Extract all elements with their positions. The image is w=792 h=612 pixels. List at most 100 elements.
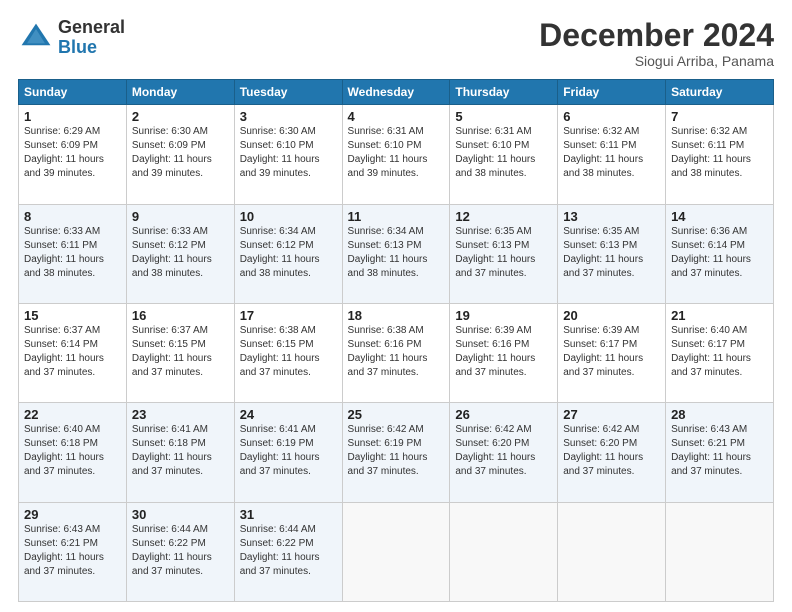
day-number: 25 bbox=[348, 407, 445, 422]
table-cell: 20 Sunrise: 6:39 AM Sunset: 6:17 PM Dayl… bbox=[558, 303, 666, 402]
day-info: Sunrise: 6:43 AM Sunset: 6:21 PM Dayligh… bbox=[24, 523, 121, 579]
day-number: 15 bbox=[24, 308, 121, 323]
day-number: 24 bbox=[240, 407, 337, 422]
header: General Blue December 2024 Siogui Arriba… bbox=[18, 18, 774, 69]
day-number: 9 bbox=[132, 209, 229, 224]
table-cell: 2 Sunrise: 6:30 AM Sunset: 6:09 PM Dayli… bbox=[126, 105, 234, 204]
col-sunday: Sunday bbox=[19, 80, 127, 105]
table-cell: 9 Sunrise: 6:33 AM Sunset: 6:12 PM Dayli… bbox=[126, 204, 234, 303]
table-cell bbox=[342, 502, 450, 601]
day-info: Sunrise: 6:42 AM Sunset: 6:19 PM Dayligh… bbox=[348, 423, 445, 479]
table-cell: 23 Sunrise: 6:41 AM Sunset: 6:18 PM Dayl… bbox=[126, 403, 234, 502]
day-number: 4 bbox=[348, 109, 445, 124]
table-cell: 19 Sunrise: 6:39 AM Sunset: 6:16 PM Dayl… bbox=[450, 303, 558, 402]
logo: General Blue bbox=[18, 18, 125, 58]
day-number: 11 bbox=[348, 209, 445, 224]
day-info: Sunrise: 6:37 AM Sunset: 6:14 PM Dayligh… bbox=[24, 324, 121, 380]
table-cell: 28 Sunrise: 6:43 AM Sunset: 6:21 PM Dayl… bbox=[666, 403, 774, 502]
day-info: Sunrise: 6:31 AM Sunset: 6:10 PM Dayligh… bbox=[348, 125, 445, 181]
day-info: Sunrise: 6:44 AM Sunset: 6:22 PM Dayligh… bbox=[240, 523, 337, 579]
table-cell: 16 Sunrise: 6:37 AM Sunset: 6:15 PM Dayl… bbox=[126, 303, 234, 402]
col-saturday: Saturday bbox=[666, 80, 774, 105]
col-wednesday: Wednesday bbox=[342, 80, 450, 105]
table-cell: 29 Sunrise: 6:43 AM Sunset: 6:21 PM Dayl… bbox=[19, 502, 127, 601]
day-number: 7 bbox=[671, 109, 768, 124]
location: Siogui Arriba, Panama bbox=[539, 53, 774, 69]
day-info: Sunrise: 6:35 AM Sunset: 6:13 PM Dayligh… bbox=[563, 225, 660, 281]
day-info: Sunrise: 6:41 AM Sunset: 6:18 PM Dayligh… bbox=[132, 423, 229, 479]
day-number: 12 bbox=[455, 209, 552, 224]
day-number: 17 bbox=[240, 308, 337, 323]
day-number: 3 bbox=[240, 109, 337, 124]
logo-icon bbox=[18, 20, 54, 56]
table-cell: 26 Sunrise: 6:42 AM Sunset: 6:20 PM Dayl… bbox=[450, 403, 558, 502]
month-title: December 2024 bbox=[539, 18, 774, 53]
logo-text: General Blue bbox=[58, 18, 125, 58]
page: General Blue December 2024 Siogui Arriba… bbox=[0, 0, 792, 612]
day-number: 21 bbox=[671, 308, 768, 323]
day-number: 8 bbox=[24, 209, 121, 224]
day-info: Sunrise: 6:41 AM Sunset: 6:19 PM Dayligh… bbox=[240, 423, 337, 479]
day-info: Sunrise: 6:29 AM Sunset: 6:09 PM Dayligh… bbox=[24, 125, 121, 181]
day-info: Sunrise: 6:35 AM Sunset: 6:13 PM Dayligh… bbox=[455, 225, 552, 281]
table-cell: 22 Sunrise: 6:40 AM Sunset: 6:18 PM Dayl… bbox=[19, 403, 127, 502]
day-number: 19 bbox=[455, 308, 552, 323]
col-friday: Friday bbox=[558, 80, 666, 105]
day-info: Sunrise: 6:42 AM Sunset: 6:20 PM Dayligh… bbox=[455, 423, 552, 479]
day-number: 22 bbox=[24, 407, 121, 422]
day-info: Sunrise: 6:40 AM Sunset: 6:18 PM Dayligh… bbox=[24, 423, 121, 479]
day-info: Sunrise: 6:34 AM Sunset: 6:13 PM Dayligh… bbox=[348, 225, 445, 281]
table-cell: 24 Sunrise: 6:41 AM Sunset: 6:19 PM Dayl… bbox=[234, 403, 342, 502]
day-info: Sunrise: 6:34 AM Sunset: 6:12 PM Dayligh… bbox=[240, 225, 337, 281]
day-info: Sunrise: 6:32 AM Sunset: 6:11 PM Dayligh… bbox=[671, 125, 768, 181]
table-cell: 31 Sunrise: 6:44 AM Sunset: 6:22 PM Dayl… bbox=[234, 502, 342, 601]
table-cell: 21 Sunrise: 6:40 AM Sunset: 6:17 PM Dayl… bbox=[666, 303, 774, 402]
day-number: 16 bbox=[132, 308, 229, 323]
day-number: 31 bbox=[240, 507, 337, 522]
day-number: 18 bbox=[348, 308, 445, 323]
day-info: Sunrise: 6:32 AM Sunset: 6:11 PM Dayligh… bbox=[563, 125, 660, 181]
day-number: 28 bbox=[671, 407, 768, 422]
table-cell: 6 Sunrise: 6:32 AM Sunset: 6:11 PM Dayli… bbox=[558, 105, 666, 204]
day-number: 13 bbox=[563, 209, 660, 224]
day-info: Sunrise: 6:38 AM Sunset: 6:15 PM Dayligh… bbox=[240, 324, 337, 380]
col-tuesday: Tuesday bbox=[234, 80, 342, 105]
day-info: Sunrise: 6:40 AM Sunset: 6:17 PM Dayligh… bbox=[671, 324, 768, 380]
table-cell: 11 Sunrise: 6:34 AM Sunset: 6:13 PM Dayl… bbox=[342, 204, 450, 303]
col-thursday: Thursday bbox=[450, 80, 558, 105]
day-info: Sunrise: 6:42 AM Sunset: 6:20 PM Dayligh… bbox=[563, 423, 660, 479]
day-info: Sunrise: 6:44 AM Sunset: 6:22 PM Dayligh… bbox=[132, 523, 229, 579]
day-info: Sunrise: 6:38 AM Sunset: 6:16 PM Dayligh… bbox=[348, 324, 445, 380]
day-info: Sunrise: 6:36 AM Sunset: 6:14 PM Dayligh… bbox=[671, 225, 768, 281]
table-cell: 4 Sunrise: 6:31 AM Sunset: 6:10 PM Dayli… bbox=[342, 105, 450, 204]
day-number: 1 bbox=[24, 109, 121, 124]
table-cell: 5 Sunrise: 6:31 AM Sunset: 6:10 PM Dayli… bbox=[450, 105, 558, 204]
day-info: Sunrise: 6:33 AM Sunset: 6:11 PM Dayligh… bbox=[24, 225, 121, 281]
table-cell bbox=[558, 502, 666, 601]
table-cell: 10 Sunrise: 6:34 AM Sunset: 6:12 PM Dayl… bbox=[234, 204, 342, 303]
logo-blue: Blue bbox=[58, 38, 125, 58]
day-number: 14 bbox=[671, 209, 768, 224]
day-number: 5 bbox=[455, 109, 552, 124]
day-info: Sunrise: 6:30 AM Sunset: 6:10 PM Dayligh… bbox=[240, 125, 337, 181]
title-block: December 2024 Siogui Arriba, Panama bbox=[539, 18, 774, 69]
day-number: 20 bbox=[563, 308, 660, 323]
table-cell: 15 Sunrise: 6:37 AM Sunset: 6:14 PM Dayl… bbox=[19, 303, 127, 402]
day-info: Sunrise: 6:37 AM Sunset: 6:15 PM Dayligh… bbox=[132, 324, 229, 380]
day-info: Sunrise: 6:31 AM Sunset: 6:10 PM Dayligh… bbox=[455, 125, 552, 181]
table-cell: 17 Sunrise: 6:38 AM Sunset: 6:15 PM Dayl… bbox=[234, 303, 342, 402]
day-number: 6 bbox=[563, 109, 660, 124]
calendar-header-row: Sunday Monday Tuesday Wednesday Thursday… bbox=[19, 80, 774, 105]
day-info: Sunrise: 6:39 AM Sunset: 6:17 PM Dayligh… bbox=[563, 324, 660, 380]
table-cell: 30 Sunrise: 6:44 AM Sunset: 6:22 PM Dayl… bbox=[126, 502, 234, 601]
table-cell: 7 Sunrise: 6:32 AM Sunset: 6:11 PM Dayli… bbox=[666, 105, 774, 204]
day-number: 27 bbox=[563, 407, 660, 422]
day-info: Sunrise: 6:33 AM Sunset: 6:12 PM Dayligh… bbox=[132, 225, 229, 281]
table-cell: 13 Sunrise: 6:35 AM Sunset: 6:13 PM Dayl… bbox=[558, 204, 666, 303]
col-monday: Monday bbox=[126, 80, 234, 105]
day-number: 2 bbox=[132, 109, 229, 124]
table-cell: 25 Sunrise: 6:42 AM Sunset: 6:19 PM Dayl… bbox=[342, 403, 450, 502]
day-number: 30 bbox=[132, 507, 229, 522]
table-cell bbox=[666, 502, 774, 601]
table-cell: 8 Sunrise: 6:33 AM Sunset: 6:11 PM Dayli… bbox=[19, 204, 127, 303]
